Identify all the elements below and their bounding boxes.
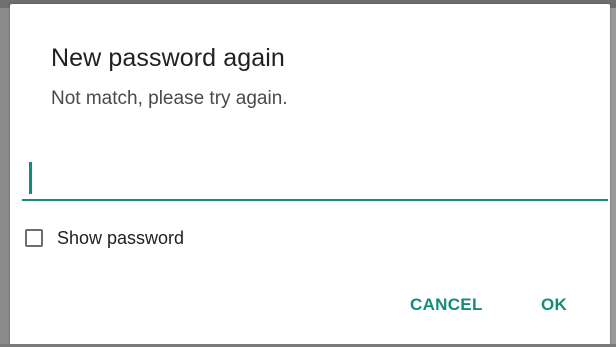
cancel-button[interactable]: CANCEL (404, 289, 489, 321)
password-input[interactable] (22, 156, 608, 200)
text-cursor (29, 162, 32, 194)
dialog-message: Not match, please try again. (51, 88, 288, 109)
checkbox-unchecked-icon[interactable] (25, 229, 43, 247)
password-dialog: New password again Not match, please try… (10, 4, 610, 347)
show-password-label: Show password (57, 227, 185, 248)
background-right-edge (610, 8, 616, 347)
password-input-underline (22, 199, 608, 201)
ok-button[interactable]: OK (535, 289, 573, 321)
show-password-toggle[interactable]: Show password (25, 224, 184, 252)
dialog-title: New password again (51, 44, 285, 72)
